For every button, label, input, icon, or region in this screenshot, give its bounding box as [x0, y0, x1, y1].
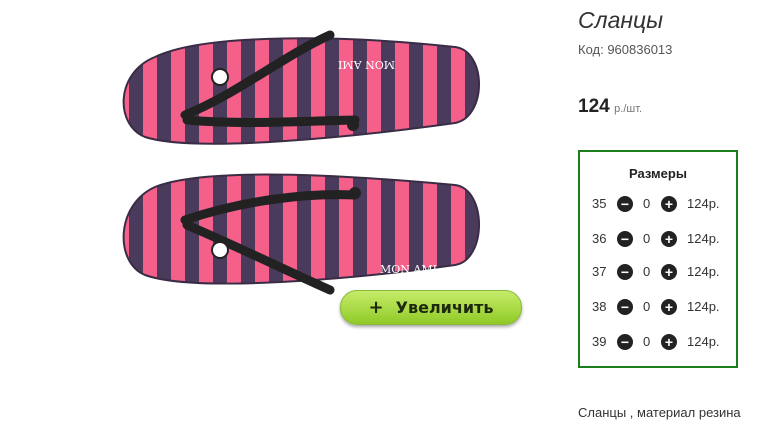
zoom-button[interactable]: + Увеличить [340, 290, 522, 325]
size-price: 124р. [687, 264, 720, 279]
product-price: 124 р./шт. [578, 96, 642, 118]
sizes-title: Размеры [629, 166, 687, 181]
quantity-value: 0 [643, 231, 651, 246]
price-unit: р./шт. [614, 103, 643, 115]
size-price: 124р. [687, 196, 720, 211]
quantity-value: 0 [643, 299, 651, 314]
size-row: 39 − 0 + 124р. [580, 332, 736, 352]
product-code: Код: 960836013 [578, 42, 673, 57]
minus-icon[interactable]: − [617, 299, 633, 315]
minus-icon[interactable]: − [617, 196, 633, 212]
product-title: Сланцы [578, 7, 664, 33]
plus-icon[interactable]: + [661, 231, 677, 247]
size-value: 37 [592, 264, 607, 279]
size-row: 36 − 0 + 124р. [580, 229, 736, 249]
quantity-value: 0 [643, 334, 651, 349]
zoom-label: Увеличить [395, 298, 494, 317]
size-row: 35 − 0 + 124р. [580, 194, 736, 214]
plus-icon[interactable]: + [661, 196, 677, 212]
product-photo: MON AMI MON AMI [115, 25, 490, 315]
size-row: 37 − 0 + 124р. [580, 262, 736, 282]
minus-icon[interactable]: − [617, 334, 633, 350]
size-price: 124р. [687, 299, 720, 314]
size-price: 124р. [687, 231, 720, 246]
size-value: 35 [592, 196, 607, 211]
size-value: 36 [592, 231, 607, 246]
minus-icon[interactable]: − [617, 264, 633, 280]
plus-icon[interactable]: + [661, 334, 677, 350]
size-row: 38 − 0 + 124р. [580, 297, 736, 317]
svg-text:MON AMI: MON AMI [380, 263, 437, 276]
size-value: 39 [592, 334, 607, 349]
size-price: 124р. [687, 334, 720, 349]
plus-icon[interactable]: + [661, 299, 677, 315]
plus-icon[interactable]: + [661, 264, 677, 280]
product-description: Сланцы , материал резина [578, 405, 741, 420]
quantity-value: 0 [643, 264, 651, 279]
zoom-plus-icon: + [368, 297, 384, 318]
svg-text:MON AMI: MON AMI [338, 58, 395, 71]
sizes-panel: Размеры 35 − 0 + 124р. 36 − 0 + 124р. 37… [578, 150, 738, 368]
size-value: 38 [592, 299, 607, 314]
minus-icon[interactable]: − [617, 231, 633, 247]
price-value: 124 [578, 96, 610, 117]
quantity-value: 0 [643, 196, 651, 211]
